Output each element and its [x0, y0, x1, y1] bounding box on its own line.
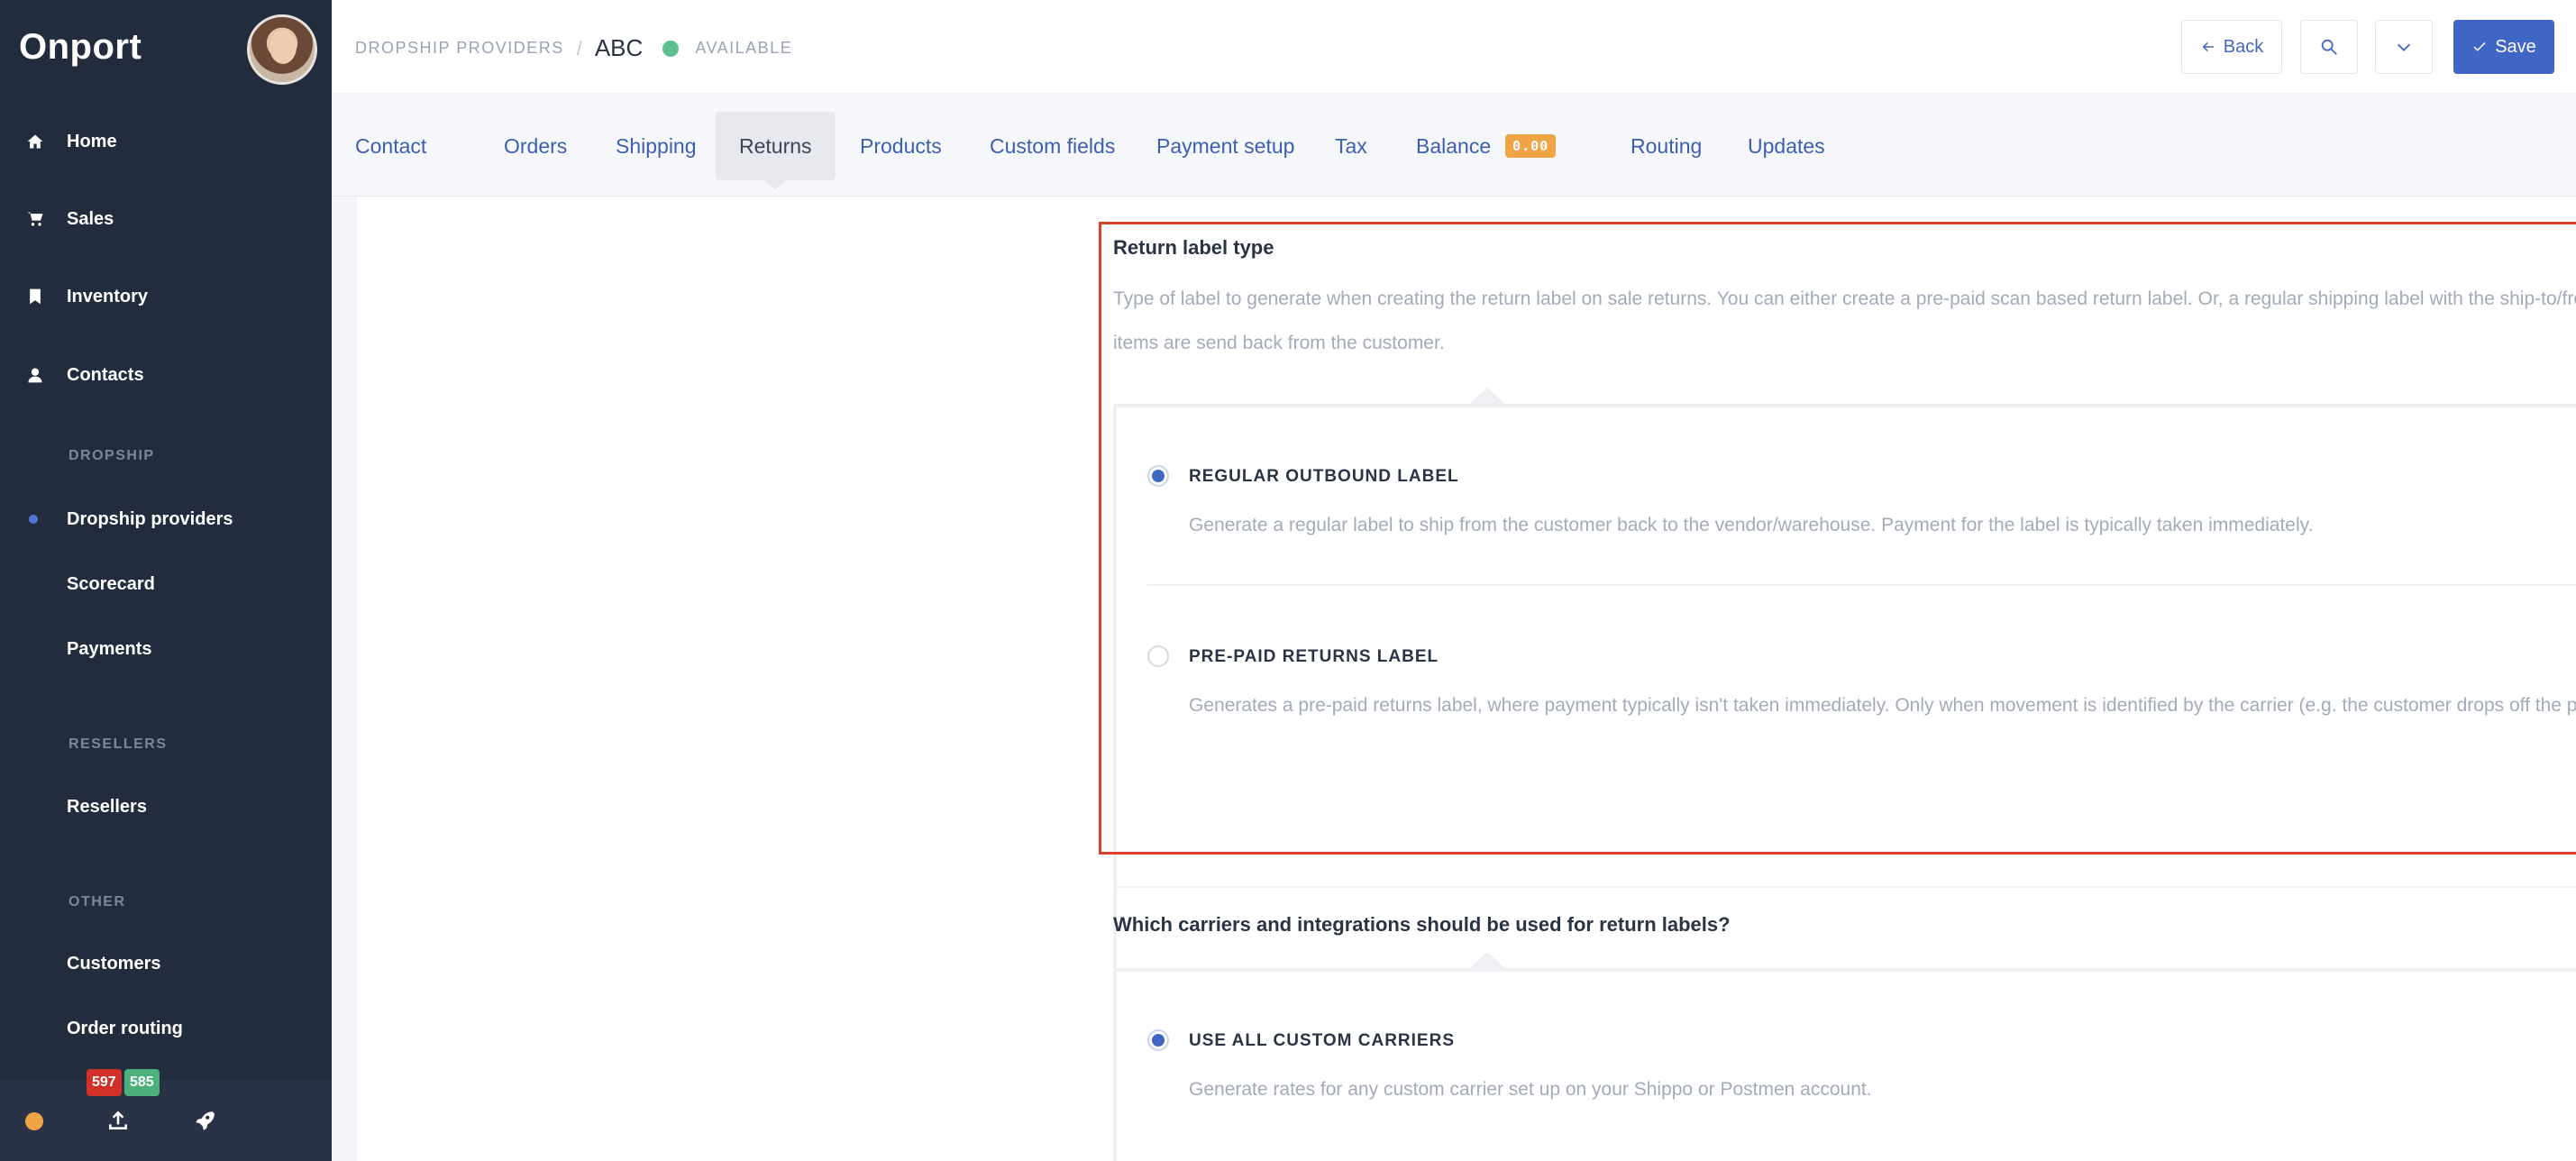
active-indicator [29, 515, 38, 524]
tab-shipping[interactable]: Shipping [592, 112, 720, 180]
sidebar-item-inventory[interactable]: Inventory [0, 270, 332, 324]
sidebar-item-customers[interactable]: Customers [67, 954, 160, 974]
chevron-down-icon [2397, 43, 2411, 51]
sidebar-item-resellers[interactable]: Resellers [67, 797, 147, 818]
save-button-label: Save [2495, 36, 2536, 57]
tab-balance-label: Balance [1416, 133, 1492, 158]
breadcrumb-separator: / [576, 36, 582, 59]
cart-icon [25, 209, 45, 229]
tab-tax[interactable]: Tax [1311, 112, 1391, 180]
breadcrumb-parent[interactable]: DROPSHIP PROVIDERS [355, 39, 564, 58]
section-divider [1113, 886, 2576, 888]
highlight-box [1099, 222, 2576, 855]
rocket-icon[interactable] [191, 1107, 218, 1134]
sidebar-footer: 597 585 [0, 1069, 332, 1161]
section-resellers: RESELLERS [69, 736, 168, 752]
sidebar-item-home[interactable]: Home [0, 114, 332, 169]
status-badge: AVAILABLE [695, 39, 793, 57]
back-button[interactable]: Back [2181, 20, 2282, 74]
sidebar-item-order-routing[interactable]: Order routing [67, 1019, 183, 1039]
section-title-carriers: Which carriers and integrations should b… [1113, 913, 1731, 936]
bookmark-icon [25, 287, 45, 306]
tab-returns[interactable]: Returns [716, 112, 836, 189]
tab-routing[interactable]: Routing [1607, 112, 1725, 180]
back-button-label: Back [2223, 36, 2264, 57]
tab-balance[interactable]: Balance 0.00 [1393, 112, 1579, 180]
status-dot [662, 40, 680, 57]
sidebar-item-dropship-providers[interactable]: Dropship providers [67, 509, 233, 530]
tab-contact[interactable]: Contact [332, 112, 450, 180]
arrow-left-icon [2202, 41, 2214, 52]
notification-badge-green[interactable]: 585 [124, 1069, 160, 1096]
sidebar-item-label: Sales [67, 208, 114, 229]
carrier-options [1113, 968, 2576, 1161]
tab-bar: Contact Orders Shipping Returns Products… [332, 94, 2576, 197]
status-indicator[interactable] [25, 1112, 43, 1130]
avatar[interactable] [247, 14, 317, 85]
option-description: Generate rates for any custom carrier se… [1189, 1079, 1872, 1100]
tab-updates[interactable]: Updates [1724, 112, 1849, 180]
radio-use-all-custom-carriers[interactable] [1147, 1029, 1169, 1051]
search-icon [2321, 39, 2337, 55]
more-dropdown-button[interactable] [2375, 20, 2433, 74]
home-icon [25, 132, 45, 151]
save-button[interactable]: Save [2453, 20, 2554, 74]
page-title: ABC [594, 34, 644, 61]
tab-payment-setup[interactable]: Payment setup [1133, 112, 1318, 180]
sidebar-item-contacts[interactable]: Contacts [0, 348, 332, 402]
option-label-use-all-custom-carriers[interactable]: USE ALL CUSTOM CARRIERS [1189, 1031, 1455, 1051]
sidebar-item-label: Contacts [67, 364, 144, 385]
person-icon [25, 365, 45, 385]
left-gutter [332, 197, 357, 1161]
brand-logo[interactable]: Onport [19, 27, 142, 68]
header: DROPSHIP PROVIDERS / ABC AVAILABLE Back … [332, 0, 2576, 94]
sidebar-item-scorecard[interactable]: Scorecard [67, 574, 155, 595]
tab-custom-fields[interactable]: Custom fields [966, 112, 1138, 180]
sidebar-item-sales[interactable]: Sales [0, 192, 332, 246]
upload-icon[interactable] [105, 1107, 132, 1134]
section-other: OTHER [69, 894, 126, 910]
sidebar-item-payments[interactable]: Payments [67, 639, 152, 660]
sidebar-item-label: Home [67, 131, 117, 151]
sidebar-item-label: Inventory [67, 286, 149, 306]
notification-badge-red[interactable]: 597 [87, 1069, 122, 1096]
sidebar: Onport Home Sales Inventory Contacts DRO… [0, 0, 332, 1161]
tab-orders[interactable]: Orders [480, 112, 590, 180]
box-caret [1469, 952, 1505, 968]
check-icon [2473, 41, 2486, 51]
search-button[interactable] [2300, 20, 2358, 74]
breadcrumb: DROPSHIP PROVIDERS / ABC AVAILABLE [355, 34, 792, 62]
section-dropship: DROPSHIP [69, 448, 155, 463]
main-content: Return label type Type of label to gener… [332, 197, 2576, 1161]
balance-badge: 0.00 [1505, 134, 1557, 158]
tab-products[interactable]: Products [836, 112, 965, 180]
